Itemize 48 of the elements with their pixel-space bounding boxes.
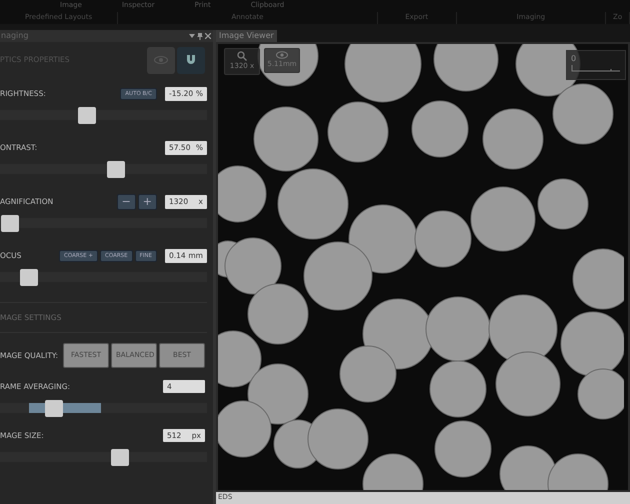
step-button[interactable]: + xyxy=(138,194,157,210)
slider-thumb[interactable] xyxy=(78,107,96,124)
particle xyxy=(560,312,624,376)
particle xyxy=(430,360,486,418)
particle xyxy=(538,178,588,230)
particle xyxy=(434,44,498,92)
slider-thumb[interactable] xyxy=(44,400,63,417)
particle xyxy=(572,248,624,310)
eye-icon xyxy=(154,56,168,64)
particle xyxy=(218,330,262,388)
viewer-tab[interactable]: Image Viewer xyxy=(216,30,277,42)
particle xyxy=(434,420,492,478)
scale-label: 0 xyxy=(571,54,576,63)
eye-icon xyxy=(276,51,288,59)
particle xyxy=(516,44,580,96)
dropdown-icon[interactable] xyxy=(189,32,195,38)
particle xyxy=(304,242,372,310)
particle xyxy=(340,346,396,402)
particle xyxy=(218,400,272,458)
particle xyxy=(328,102,388,162)
particle xyxy=(248,364,308,424)
particle xyxy=(218,166,266,222)
particle xyxy=(278,168,348,240)
particle xyxy=(248,284,308,344)
slider-thumb[interactable] xyxy=(1,215,20,232)
magnet-toggle-button[interactable] xyxy=(177,46,205,74)
slider-thumb[interactable] xyxy=(106,161,125,178)
particle xyxy=(578,368,624,420)
particle xyxy=(548,454,608,490)
step-button[interactable]: − xyxy=(116,194,136,210)
pin-icon[interactable] xyxy=(197,32,203,40)
magnet-icon xyxy=(186,55,196,65)
scale-bar-icon xyxy=(571,65,621,72)
particle xyxy=(412,100,468,158)
particle xyxy=(348,204,418,274)
particle xyxy=(552,84,614,144)
close-icon[interactable] xyxy=(205,32,211,38)
search-icon xyxy=(237,51,247,61)
particle xyxy=(500,446,556,490)
particle xyxy=(414,210,472,268)
particle xyxy=(496,352,560,416)
particle xyxy=(482,108,544,170)
slider-thumb[interactable] xyxy=(111,449,130,466)
particle xyxy=(254,106,318,172)
particle xyxy=(426,296,490,362)
slider-thumb[interactable] xyxy=(20,269,38,286)
eye-toggle-button[interactable] xyxy=(147,46,175,74)
particle xyxy=(470,186,536,252)
